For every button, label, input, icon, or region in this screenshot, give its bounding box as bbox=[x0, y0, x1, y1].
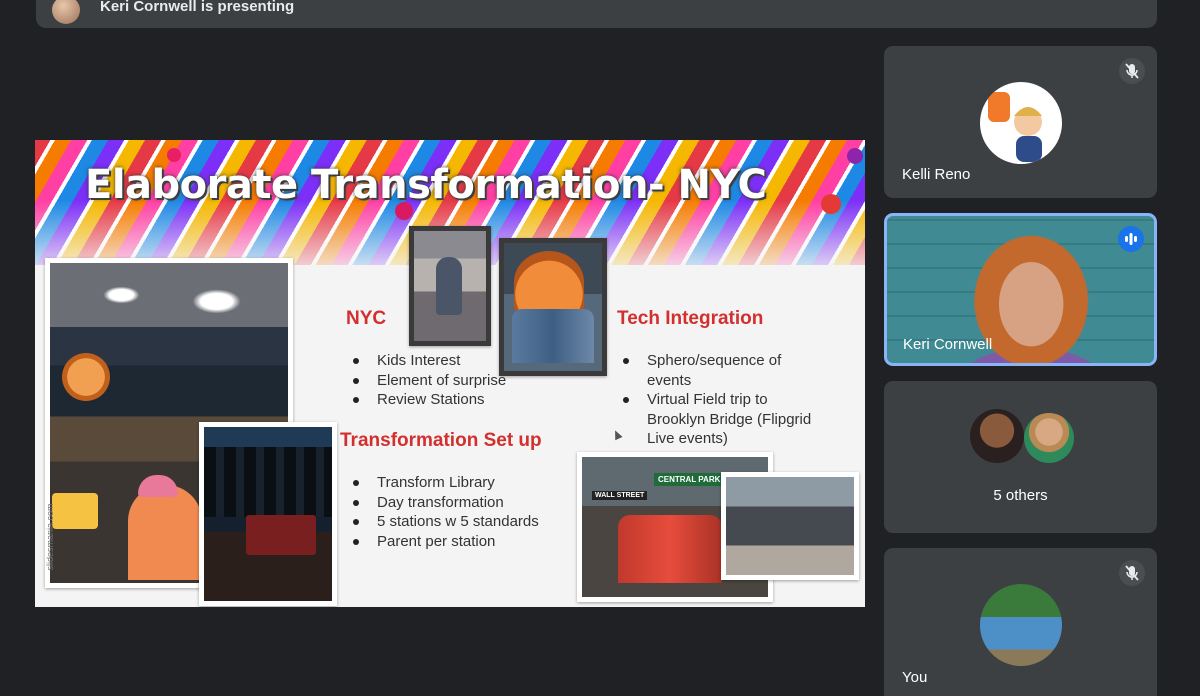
tech-bullets: Sphero/sequence of events Virtual Field … bbox=[621, 351, 821, 449]
setup-heading: Transformation Set up bbox=[340, 430, 542, 451]
skyline-display-photo bbox=[199, 422, 337, 606]
nyc-heading: NYC bbox=[346, 308, 387, 329]
kid-figure bbox=[436, 257, 462, 315]
participant-tile-kelli-reno[interactable]: Kelli Reno bbox=[884, 46, 1157, 198]
list-item: 5 stations w 5 standards bbox=[351, 512, 561, 532]
slide-watermark: slidesmania.com bbox=[45, 503, 55, 571]
list-item: Element of surprise bbox=[351, 371, 541, 391]
list-item: Kids Interest bbox=[351, 351, 541, 371]
pizza-prop bbox=[514, 251, 584, 313]
skyline-buildings bbox=[204, 447, 332, 517]
pizza-prop bbox=[62, 353, 110, 401]
list-item: Parent per station bbox=[351, 532, 561, 552]
girls-on-bench bbox=[618, 515, 722, 583]
you-avatar bbox=[980, 584, 1062, 666]
decor-dot bbox=[167, 148, 181, 162]
presenting-text: Keri Cornwell is presenting bbox=[100, 0, 295, 15]
tech-heading: Tech Integration bbox=[617, 308, 764, 329]
participant-tile-you[interactable]: You bbox=[884, 548, 1157, 696]
mic-off-icon bbox=[1119, 58, 1145, 84]
speaking-indicator-icon bbox=[1118, 226, 1144, 252]
other-participant-avatar bbox=[970, 409, 1024, 463]
participant-name: Kelli Reno bbox=[902, 166, 971, 183]
participant-name: 5 others bbox=[993, 487, 1048, 504]
participant-name: Keri Cornwell bbox=[903, 336, 993, 353]
classroom-photo bbox=[721, 472, 859, 580]
list-item: Virtual Field trip to Brooklyn Bridge (F… bbox=[621, 390, 821, 449]
shared-slide: Elaborate Transformation- NYC CENTRAL PA… bbox=[35, 140, 865, 607]
nyc-bullets: Kids Interest Element of surprise Review… bbox=[351, 351, 541, 410]
pink-cap bbox=[138, 475, 178, 497]
list-item: Review Stations bbox=[351, 390, 541, 410]
meet-call-screen: Keri Cornwell is presenting Elaborate Tr… bbox=[0, 0, 1200, 696]
decor-dot bbox=[821, 194, 841, 214]
display-table bbox=[246, 515, 316, 555]
setup-bullets: Transform Library Day transformation 5 s… bbox=[351, 473, 561, 551]
presenter-avatar bbox=[52, 0, 80, 24]
kelli-reno-avatar bbox=[980, 82, 1062, 164]
kid-times-square-photo bbox=[409, 226, 491, 346]
person-pink-cap bbox=[128, 485, 202, 580]
list-item: Sphero/sequence of events bbox=[621, 351, 821, 390]
wall-street-sign: WALL STREET bbox=[592, 491, 648, 500]
list-item: Transform Library bbox=[351, 473, 561, 493]
decor-dot bbox=[847, 148, 863, 164]
presenting-banner[interactable]: Keri Cornwell is presenting bbox=[36, 0, 1157, 28]
mic-off-icon bbox=[1119, 560, 1145, 586]
central-park-sign: CENTRAL PARK bbox=[654, 473, 725, 486]
taxi-prop bbox=[52, 493, 98, 529]
participant-tile-keri-cornwell[interactable]: Keri Cornwell bbox=[884, 213, 1157, 366]
list-item: Day transformation bbox=[351, 493, 561, 513]
other-participant-avatar bbox=[1024, 413, 1074, 463]
slide-title: Elaborate Transformation- NYC bbox=[85, 162, 767, 208]
participant-name: You bbox=[902, 669, 928, 686]
participant-tile-others[interactable]: 5 others bbox=[884, 381, 1157, 533]
